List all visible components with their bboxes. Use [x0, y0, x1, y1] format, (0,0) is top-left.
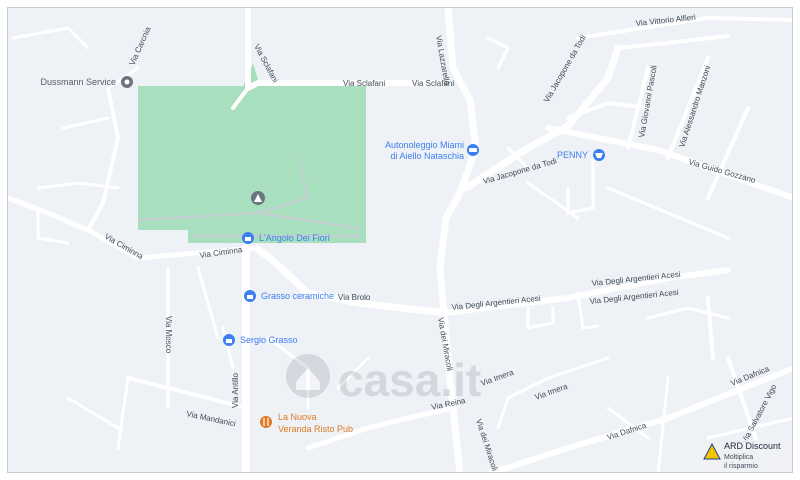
poi-label-autonoleggio-2: di Aiello Nataschia — [390, 151, 464, 161]
poi-label-sergio-grasso: Sergio Grasso — [240, 335, 298, 345]
ad-title: ARD Discount — [724, 441, 781, 451]
poi-label-grasso-ceramiche: Grasso ceramiche — [261, 291, 334, 301]
map-frame: casa.it Via Sclafani Via Sclafani Via Sc… — [7, 7, 793, 473]
poi-label-nuova-veranda-1: La Nuova — [278, 412, 317, 422]
restaurant-icon — [260, 416, 272, 428]
street-label-antillo: Via Antillo — [231, 372, 240, 408]
poi-label-autonoleggio-1: Autonoleggio Miami — [385, 140, 464, 150]
street-label-brolo: Via Brolo — [338, 293, 371, 302]
poi-penny[interactable]: PENNY — [557, 149, 605, 161]
map-canvas[interactable]: casa.it Via Sclafani Via Sclafani Via Sc… — [8, 8, 793, 473]
ard-discount-ad[interactable]: ARD Discount Moltiplica il risparmio — [698, 440, 793, 473]
poi-label-penny: PENNY — [557, 150, 588, 160]
poi-label-angolo: L'Angolo Dei Fiori — [259, 233, 330, 243]
street-label-mosco: Via Mosco — [164, 316, 173, 354]
park-area — [138, 63, 366, 243]
street-label-sclafani: Via Sclafani — [343, 79, 385, 88]
ad-line2: il risparmio — [724, 463, 758, 470]
ad-line1: Moltiplica — [724, 454, 753, 461]
poi-label-nuova-veranda-2: Veranda Risto Pub — [278, 424, 353, 434]
poi-label-dussmann: Dussmann Service — [40, 77, 116, 87]
poi-monument[interactable] — [251, 191, 265, 205]
